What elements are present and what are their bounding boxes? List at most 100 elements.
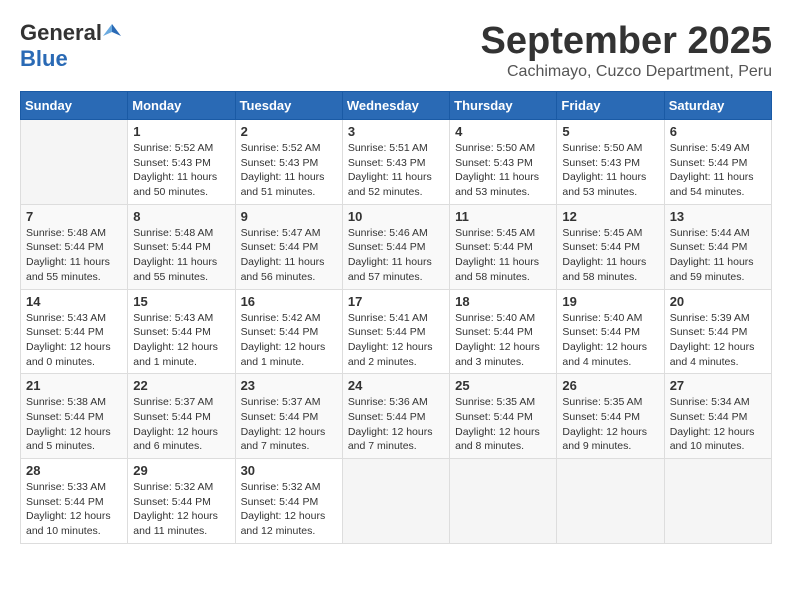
day-info: Sunrise: 5:33 AM Sunset: 5:44 PM Dayligh… bbox=[26, 480, 122, 539]
day-info: Sunrise: 5:38 AM Sunset: 5:44 PM Dayligh… bbox=[26, 395, 122, 454]
day-number: 17 bbox=[348, 294, 444, 309]
calendar-cell: 18 Sunrise: 5:40 AM Sunset: 5:44 PM Dayli… bbox=[450, 289, 557, 374]
month-title: September 2025 bbox=[481, 20, 773, 63]
calendar-day-header: Saturday bbox=[664, 92, 771, 120]
calendar-cell: 14 Sunrise: 5:43 AM Sunset: 5:44 PM Dayli… bbox=[21, 289, 128, 374]
day-number: 30 bbox=[241, 463, 337, 478]
day-number: 4 bbox=[455, 124, 551, 139]
day-number: 19 bbox=[562, 294, 658, 309]
day-number: 18 bbox=[455, 294, 551, 309]
day-info: Sunrise: 5:50 AM Sunset: 5:43 PM Dayligh… bbox=[562, 141, 658, 200]
calendar-cell bbox=[450, 459, 557, 544]
day-number: 3 bbox=[348, 124, 444, 139]
calendar-cell: 9 Sunrise: 5:47 AM Sunset: 5:44 PM Daylig… bbox=[235, 204, 342, 289]
day-info: Sunrise: 5:36 AM Sunset: 5:44 PM Dayligh… bbox=[348, 395, 444, 454]
day-number: 7 bbox=[26, 209, 122, 224]
day-info: Sunrise: 5:42 AM Sunset: 5:44 PM Dayligh… bbox=[241, 311, 337, 370]
calendar-cell: 4Sunrise: 5:50 AM Sunset: 5:43 PM Daylig… bbox=[450, 120, 557, 205]
calendar-day-header: Wednesday bbox=[342, 92, 449, 120]
calendar-table: SundayMondayTuesdayWednesdayThursdayFrid… bbox=[20, 91, 772, 544]
day-number: 2 bbox=[241, 124, 337, 139]
day-number: 13 bbox=[670, 209, 766, 224]
day-info: Sunrise: 5:44 AM Sunset: 5:44 PM Dayligh… bbox=[670, 226, 766, 285]
calendar-cell: 5 Sunrise: 5:50 AM Sunset: 5:43 PM Daylig… bbox=[557, 120, 664, 205]
calendar-day-header: Tuesday bbox=[235, 92, 342, 120]
calendar-cell: 22 Sunrise: 5:37 AM Sunset: 5:44 PM Dayli… bbox=[128, 374, 235, 459]
calendar-cell: 20 Sunrise: 5:39 AM Sunset: 5:44 PM Dayli… bbox=[664, 289, 771, 374]
day-number: 1 bbox=[133, 124, 229, 139]
day-number: 14 bbox=[26, 294, 122, 309]
calendar-cell: 11Sunrise: 5:45 AM Sunset: 5:44 PM Dayli… bbox=[450, 204, 557, 289]
page-header: General Blue September 2025 Cachimayo, C… bbox=[20, 20, 772, 81]
day-number: 29 bbox=[133, 463, 229, 478]
day-info: Sunrise: 5:48 AM Sunset: 5:44 PM Dayligh… bbox=[26, 226, 122, 285]
calendar-day-header: Sunday bbox=[21, 92, 128, 120]
calendar-day-header: Friday bbox=[557, 92, 664, 120]
day-number: 24 bbox=[348, 378, 444, 393]
calendar-cell: 13 Sunrise: 5:44 AM Sunset: 5:44 PM Dayli… bbox=[664, 204, 771, 289]
day-number: 9 bbox=[241, 209, 337, 224]
calendar-cell bbox=[664, 459, 771, 544]
calendar-cell: 30 Sunrise: 5:32 AM Sunset: 5:44 PM Dayli… bbox=[235, 459, 342, 544]
calendar-cell: 6Sunrise: 5:49 AM Sunset: 5:44 PM Daylig… bbox=[664, 120, 771, 205]
logo-bird-icon bbox=[103, 22, 121, 40]
calendar-cell bbox=[557, 459, 664, 544]
calendar-cell: 28 Sunrise: 5:33 AM Sunset: 5:44 PM Dayli… bbox=[21, 459, 128, 544]
calendar-day-header: Thursday bbox=[450, 92, 557, 120]
calendar-cell: 12 Sunrise: 5:45 AM Sunset: 5:44 PM Dayli… bbox=[557, 204, 664, 289]
logo-blue-text: Blue bbox=[20, 46, 68, 71]
day-number: 28 bbox=[26, 463, 122, 478]
day-info: Sunrise: 5:48 AM Sunset: 5:44 PM Dayligh… bbox=[133, 226, 229, 285]
day-number: 26 bbox=[562, 378, 658, 393]
day-number: 22 bbox=[133, 378, 229, 393]
day-info: Sunrise: 5:32 AM Sunset: 5:44 PM Dayligh… bbox=[241, 480, 337, 539]
day-number: 5 bbox=[562, 124, 658, 139]
calendar-cell: 19 Sunrise: 5:40 AM Sunset: 5:44 PM Dayli… bbox=[557, 289, 664, 374]
day-number: 11 bbox=[455, 209, 551, 224]
calendar-cell: 10 Sunrise: 5:46 AM Sunset: 5:44 PM Dayli… bbox=[342, 204, 449, 289]
day-info: Sunrise: 5:34 AM Sunset: 5:44 PM Dayligh… bbox=[670, 395, 766, 454]
day-info: Sunrise: 5:47 AM Sunset: 5:44 PM Dayligh… bbox=[241, 226, 337, 285]
calendar-cell: 27Sunrise: 5:34 AM Sunset: 5:44 PM Dayli… bbox=[664, 374, 771, 459]
calendar-cell: 23Sunrise: 5:37 AM Sunset: 5:44 PM Dayli… bbox=[235, 374, 342, 459]
day-info: Sunrise: 5:39 AM Sunset: 5:44 PM Dayligh… bbox=[670, 311, 766, 370]
location-title: Cachimayo, Cuzco Department, Peru bbox=[481, 63, 773, 81]
calendar-day-header: Monday bbox=[128, 92, 235, 120]
day-info: Sunrise: 5:40 AM Sunset: 5:44 PM Dayligh… bbox=[562, 311, 658, 370]
calendar-cell: 29 Sunrise: 5:32 AM Sunset: 5:44 PM Dayli… bbox=[128, 459, 235, 544]
calendar-cell: 15Sunrise: 5:43 AM Sunset: 5:44 PM Dayli… bbox=[128, 289, 235, 374]
calendar-week-row: 28 Sunrise: 5:33 AM Sunset: 5:44 PM Dayli… bbox=[21, 459, 772, 544]
day-number: 12 bbox=[562, 209, 658, 224]
logo: General Blue bbox=[20, 20, 121, 72]
logo-general-text: General bbox=[20, 20, 102, 46]
day-info: Sunrise: 5:46 AM Sunset: 5:44 PM Dayligh… bbox=[348, 226, 444, 285]
calendar-week-row: 1 Sunrise: 5:52 AM Sunset: 5:43 PM Daylig… bbox=[21, 120, 772, 205]
day-info: Sunrise: 5:37 AM Sunset: 5:44 PM Dayligh… bbox=[133, 395, 229, 454]
day-number: 16 bbox=[241, 294, 337, 309]
calendar-week-row: 14 Sunrise: 5:43 AM Sunset: 5:44 PM Dayli… bbox=[21, 289, 772, 374]
day-info: Sunrise: 5:40 AM Sunset: 5:44 PM Dayligh… bbox=[455, 311, 551, 370]
calendar-cell bbox=[342, 459, 449, 544]
calendar-cell: 1Sunrise: 5:52 AM Sunset: 5:43 PM Daylig… bbox=[128, 120, 235, 205]
day-info: Sunrise: 5:52 AM Sunset: 5:43 PM Dayligh… bbox=[241, 141, 337, 200]
day-info: Sunrise: 5:49 AM Sunset: 5:44 PM Dayligh… bbox=[670, 141, 766, 200]
day-number: 8 bbox=[133, 209, 229, 224]
calendar-cell: 16 Sunrise: 5:42 AM Sunset: 5:44 PM Dayli… bbox=[235, 289, 342, 374]
calendar-cell: 2 Sunrise: 5:52 AM Sunset: 5:43 PM Daylig… bbox=[235, 120, 342, 205]
day-info: Sunrise: 5:37 AM Sunset: 5:44 PM Dayligh… bbox=[241, 395, 337, 454]
calendar-cell: 8 Sunrise: 5:48 AM Sunset: 5:44 PM Daylig… bbox=[128, 204, 235, 289]
title-block: September 2025 Cachimayo, Cuzco Departme… bbox=[481, 20, 773, 81]
day-info: Sunrise: 5:45 AM Sunset: 5:44 PM Dayligh… bbox=[562, 226, 658, 285]
calendar-cell bbox=[21, 120, 128, 205]
calendar-cell: 21Sunrise: 5:38 AM Sunset: 5:44 PM Dayli… bbox=[21, 374, 128, 459]
day-info: Sunrise: 5:43 AM Sunset: 5:44 PM Dayligh… bbox=[26, 311, 122, 370]
calendar-cell: 3Sunrise: 5:51 AM Sunset: 5:43 PM Daylig… bbox=[342, 120, 449, 205]
calendar-cell: 7 Sunrise: 5:48 AM Sunset: 5:44 PM Daylig… bbox=[21, 204, 128, 289]
day-number: 10 bbox=[348, 209, 444, 224]
day-info: Sunrise: 5:35 AM Sunset: 5:44 PM Dayligh… bbox=[455, 395, 551, 454]
day-number: 20 bbox=[670, 294, 766, 309]
calendar-cell: 17Sunrise: 5:41 AM Sunset: 5:44 PM Dayli… bbox=[342, 289, 449, 374]
calendar-header-row: SundayMondayTuesdayWednesdayThursdayFrid… bbox=[21, 92, 772, 120]
day-info: Sunrise: 5:32 AM Sunset: 5:44 PM Dayligh… bbox=[133, 480, 229, 539]
day-number: 25 bbox=[455, 378, 551, 393]
